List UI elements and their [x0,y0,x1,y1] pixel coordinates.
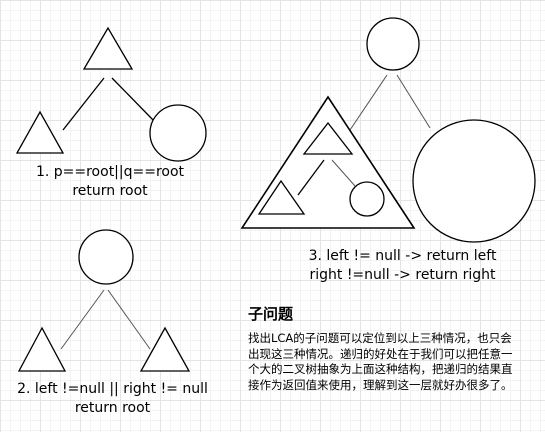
case3-large-circle[interactable] [412,119,536,243]
case3-caption-line1: 3. left != null -> return left [308,248,497,264]
case2-caption-line1: 2. left !=null || right != null [17,381,208,397]
case3-diagram [240,17,536,243]
case2-diagram [17,229,191,372]
case2-edge-left [60,289,105,350]
subproblem-title: 子问题 [248,305,294,323]
case3-caption-line2: right !=null -> return right [309,267,496,283]
case2-edge-right [107,289,151,350]
case1-caption-line1: 1. p==root||q==root [35,164,185,180]
case1-diagram [15,26,207,162]
case2-caption: 2. left !=null || right != null return r… [0,380,225,418]
subproblem-body: 找出LCA的子问题可以定位到以上三种情况，也只会出现这三种情况。递归的好处在于我… [248,331,513,392]
case1-root-triangle[interactable] [82,26,134,70]
case2-caption-line2: return root [74,400,151,416]
case3-root-circle[interactable] [366,17,420,71]
case1-caption-line2: return root [72,183,148,199]
case1-left-triangle[interactable] [15,110,65,154]
case1-edge-left [62,77,105,131]
case2-right-triangle[interactable] [139,326,191,372]
case3-caption: 3. left != null -> return left right !=n… [285,247,520,285]
case1-edge-right [111,77,156,123]
case3-edge-left [349,74,388,131]
case1-caption: 1. p==root||q==root return root [20,163,200,201]
case1-right-circle[interactable] [149,104,207,162]
case3-edge-right [396,74,431,129]
case2-left-triangle[interactable] [17,326,67,372]
case3-inner-right-circle[interactable] [349,181,385,217]
case2-root-circle[interactable] [78,229,134,285]
